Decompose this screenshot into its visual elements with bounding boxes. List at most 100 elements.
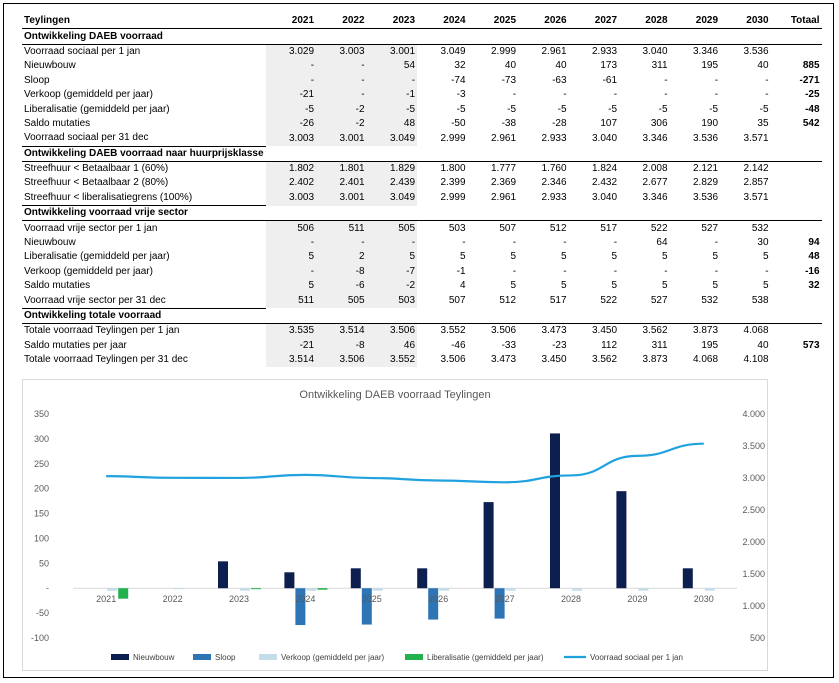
row-value: 2.933 [541,192,567,204]
row-value: - [316,59,367,74]
row-value: - [462,237,466,249]
table-row: Verkoop (gemiddeld per jaar) -21- -1 -3- - - -… [22,87,822,103]
row-value: 2.008 [642,163,668,175]
row-label: Saldo mutaties [24,117,91,129]
section-empty-cell [417,146,468,162]
legend-swatch [193,654,211,660]
section-empty-cell [518,28,569,45]
y-tick-label: -100 [31,633,49,643]
header-year: 2027 [568,14,620,30]
table-row: Verkoop (gemiddeld per jaar) - -8 -7 -1- - - - -… [22,264,822,280]
row-total [771,324,822,339]
y2-tick-label: 500 [750,633,765,643]
row-label: Verkoop (gemiddeld per jaar) [24,265,153,277]
section-empty-cell [770,146,822,162]
row-value: 5 [459,251,466,263]
table-row: Liberalisatie (gemiddeld per jaar) 5 2 5 5 5 5… [22,250,822,265]
row-value: 532 [701,294,719,306]
x-tick-label: 2026 [428,594,448,604]
section-empty-cell [619,146,670,162]
row-value: 532 [751,222,769,234]
row-value: 5 [661,280,668,292]
row-value: -23 [552,339,567,351]
row-value: -63 [552,74,567,86]
section-empty-cell [316,146,367,162]
row-value: 4.108 [743,354,769,366]
row-value: 511 [316,220,367,236]
section-empty-cell [265,205,317,222]
row-value: - [512,265,517,277]
report-frame: Teylingen 2021 2022 2023 2024 2025 2026 2027 202… [3,3,834,678]
header-label: Teylingen [22,14,266,30]
row-total: -25 [805,89,820,101]
section-empty-cell [669,146,721,162]
row-value: 3.514 [316,323,367,339]
row-value: 512 [499,294,517,306]
section-empty-cell [568,205,620,222]
row-value: - [265,59,317,74]
row-value: 40 [504,60,517,72]
bar-verkoop [572,588,582,591]
row-value: 1.777 [491,163,517,175]
table-row: Voorraad sociaal per 31 dec 3.003 3.001 3.0… [22,131,822,147]
row-value: 32 [454,60,466,72]
section-empty-cell [518,146,569,162]
section-empty-cell [669,308,721,325]
row-total: 32 [808,280,820,292]
x-tick-label: 2023 [229,594,249,604]
table-row: Saldo mutaties per jaar -21 -8 46 -46 -33 -23 1… [22,338,822,353]
table-row: Voorraad sociaal per 1 jan 3.029 3.003 3.00… [22,44,822,60]
row-value: 3.506 [440,354,466,366]
row-value: 538 [751,294,769,306]
table-row: Nieuwbouw - - - - - - -64-30 94 [22,235,822,251]
row-label: Totale voorraad Teylingen per 31 dec [24,354,188,366]
row-value: 3.506 [316,352,367,368]
row-value: 3.873 [642,354,668,366]
section-empty-cell [366,28,418,45]
bar-verkoop [107,588,118,591]
section-empty-cell [467,308,519,325]
table-row: Saldo mutaties -26 -2 48 -50 -38 -28 107 306 190 3… [22,116,822,132]
y-tick-label: 250 [34,459,49,469]
row-value: 1.800 [440,163,466,175]
row-value: - [664,265,668,277]
row-value: - [563,237,567,249]
row-value: 1.829 [366,161,418,177]
bar-liberalisatie [118,588,129,599]
row-value: 46 [366,338,418,353]
row-label: Totale voorraad Teylingen per 1 jan [24,325,180,337]
row-value: 1.801 [316,161,367,177]
row-value: 2.829 [693,177,719,189]
row-label: Sloop [24,74,50,86]
y-tick-label: 200 [34,484,49,494]
row-value: -5 [265,102,317,117]
legend-label: Liberalisatie (gemiddeld per jaar) [427,653,544,662]
section-empty-cell [265,146,317,162]
row-total [771,44,822,59]
row-total: 94 [808,237,820,249]
table-header-row: Teylingen 2021 2022 2023 2024 2025 2026 2027 202… [22,14,822,30]
legend-label: Nieuwbouw [133,653,175,662]
daeb-table: Teylingen 2021 2022 2023 2024 2025 2026 2027 202… [22,14,822,368]
row-label: Streefhuur < liberalisatiegrens (100%) [24,191,193,203]
legend-label: Sloop [215,653,236,662]
row-value: - [765,265,769,277]
bar-nieuwbouw [417,568,428,589]
row-value: - [265,235,317,251]
row-value: 3.571 [743,192,769,204]
table-row: Voorraad vrije sector per 1 jan 506 511 505… [22,220,822,236]
row-value: - [765,89,769,101]
table-row: Totale voorraad Teylingen per 1 jan 3.535… [22,323,822,339]
y2-tick-label: 2.500 [742,505,765,515]
section-empty-cell [720,146,771,162]
section-header-row: Ontwikkeling totale voorraad [22,307,822,325]
row-value: -74 [451,74,466,86]
row-value: -5 [507,103,517,115]
row-value: 4.068 [693,354,719,366]
row-value: 3.346 [642,192,668,204]
x-tick-label: 2024 [295,594,315,604]
row-value: 3.040 [592,132,618,144]
row-value: 517 [549,294,567,306]
row-total [771,293,822,308]
row-total: 573 [802,339,820,351]
